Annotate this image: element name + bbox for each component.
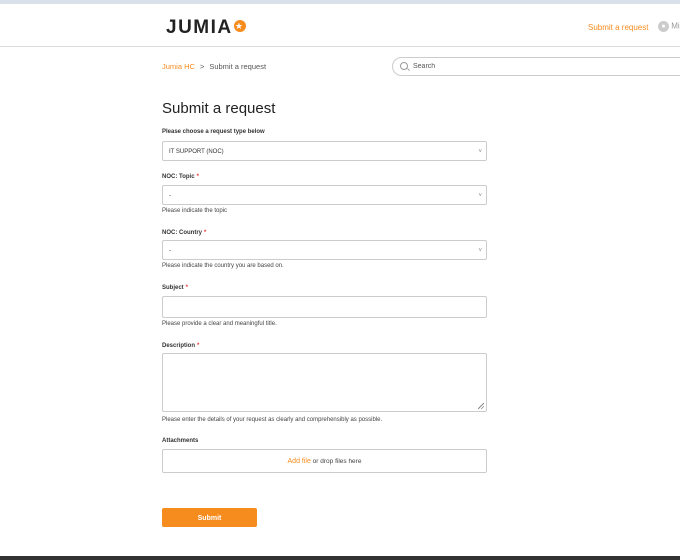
country-select[interactable]: - ˅	[162, 240, 487, 260]
breadcrumb-current: Submit a request	[209, 62, 267, 71]
avatar-icon: ●	[658, 21, 669, 32]
request-type-label: Please choose a request type below	[162, 129, 265, 135]
request-type-select[interactable]: IT SUPPORT (NOC) ˅	[162, 141, 487, 161]
topic-value: -	[169, 193, 171, 199]
star-icon: ★	[233, 19, 246, 32]
attachments-dropzone[interactable]: Add file or drop files here	[162, 449, 487, 473]
country-value: -	[169, 248, 171, 254]
attachments-label: Attachments	[162, 438, 199, 444]
add-file-link[interactable]: Add file	[288, 458, 311, 465]
required-marker: *	[197, 343, 200, 349]
select-arrow-icon: ˅	[478, 149, 482, 155]
topic-select[interactable]: - ˅	[162, 185, 487, 205]
logo-text: JUMIA	[166, 17, 233, 38]
drop-files-text: or drop files here	[310, 458, 362, 465]
submit-request-link[interactable]: Submit a request	[588, 23, 648, 32]
required-marker: *	[204, 230, 207, 236]
breadcrumb-home-link[interactable]: Jumia HC	[162, 62, 195, 71]
search-icon	[400, 62, 408, 70]
country-hint: Please indicate the country you are base…	[162, 263, 284, 269]
breadcrumb-separator: >	[199, 62, 205, 71]
request-type-value: IT SUPPORT (NOC)	[169, 149, 224, 155]
submit-button[interactable]: Submit	[162, 508, 257, 527]
subject-label: Subject *	[162, 285, 189, 291]
select-arrow-icon: ˅	[478, 248, 482, 254]
topic-hint: Please indicate the topic	[162, 208, 228, 214]
subject-hint: Please provide a clear and meaningful ti…	[162, 321, 277, 327]
page-title: Submit a request	[162, 100, 276, 117]
description-textarea[interactable]	[162, 353, 487, 412]
required-marker: *	[196, 174, 199, 180]
select-arrow-icon: ˅	[478, 193, 482, 199]
breadcrumb: Jumia HC > Submit a request	[162, 62, 266, 71]
user-menu[interactable]: ● Mi	[658, 21, 680, 32]
site-header: JUMIA ★ Submit a request ● Mi	[0, 4, 680, 47]
description-hint: Please enter the details of your request…	[162, 417, 383, 423]
description-label: Description *	[162, 343, 200, 349]
resize-handle-icon[interactable]	[478, 403, 484, 409]
search-input[interactable]	[413, 60, 663, 73]
search-box[interactable]	[392, 57, 680, 76]
country-label: NOC: Country *	[162, 230, 207, 236]
topic-label: NOC: Topic *	[162, 174, 199, 180]
required-marker: *	[185, 285, 189, 291]
subject-input[interactable]	[162, 296, 487, 318]
user-name: Mi	[671, 21, 680, 31]
jumia-logo[interactable]: JUMIA ★	[166, 17, 246, 39]
bottom-border	[0, 556, 680, 560]
